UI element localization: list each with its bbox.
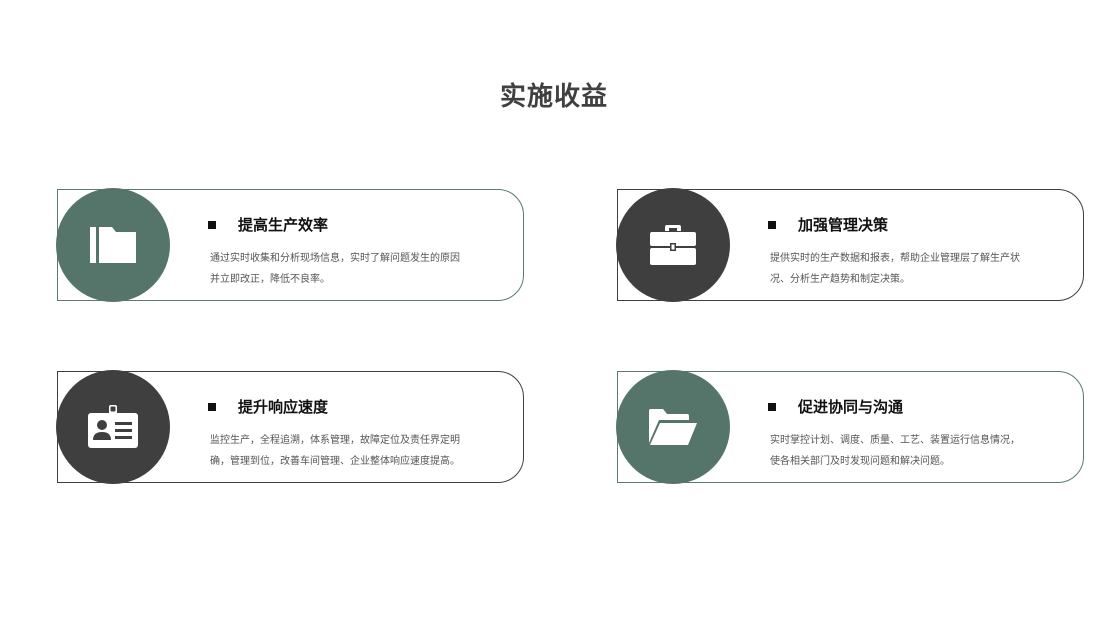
id-badge-icon [87,405,139,449]
icon-circle [56,188,170,302]
icon-circle [616,370,730,484]
card-description: 监控生产，全程追溯，体系管理，故障定位及责任界定明确，管理到位，改善车间管理、企… [210,435,460,467]
bullet-square [768,220,776,229]
benefit-card-efficiency: 提高生产效率 通过实时收集和分析现场信息，实时了解问题发生的原因并立即改正，降低… [56,188,524,302]
folder-open-icon [647,407,699,447]
bullet-square [208,220,216,229]
card-title: 提高生产效率 [208,214,328,235]
card-description: 提供实时的生产数据和报表，帮助企业管理层了解生产状况、分析生产趋势和制定决策。 [770,253,1020,285]
card-title: 提升响应速度 [208,396,328,417]
card-description: 通过实时收集和分析现场信息，实时了解问题发生的原因并立即改正，降低不良率。 [210,253,460,285]
bullet-square [768,402,776,411]
page-title: 实施收益 [499,82,608,112]
bullet-square [208,402,216,411]
icon-circle [56,370,170,484]
card-title: 加强管理决策 [768,214,888,235]
card-title-text: 提高生产效率 [238,216,329,234]
folder-icon [88,225,138,265]
card-title-text: 提升响应速度 [238,398,329,416]
briefcase-icon [648,223,698,267]
card-title-text: 加强管理决策 [798,216,889,234]
card-description: 实时掌控计划、调度、质量、工艺、装置运行信息情况，使各相关部门及时发现问题和解决… [770,435,1020,467]
benefit-card-response: 提升响应速度 监控生产，全程追溯，体系管理，故障定位及责任界定明确，管理到位，改… [56,370,524,484]
benefit-card-collaboration: 促进协同与沟通 实时掌控计划、调度、质量、工艺、装置运行信息情况，使各相关部门及… [616,370,1084,484]
benefit-card-decision: 加强管理决策 提供实时的生产数据和报表，帮助企业管理层了解生产状况、分析生产趋势… [616,188,1084,302]
card-title: 促进协同与沟通 [768,396,903,417]
card-title-text: 促进协同与沟通 [798,398,904,416]
icon-circle [616,188,730,302]
